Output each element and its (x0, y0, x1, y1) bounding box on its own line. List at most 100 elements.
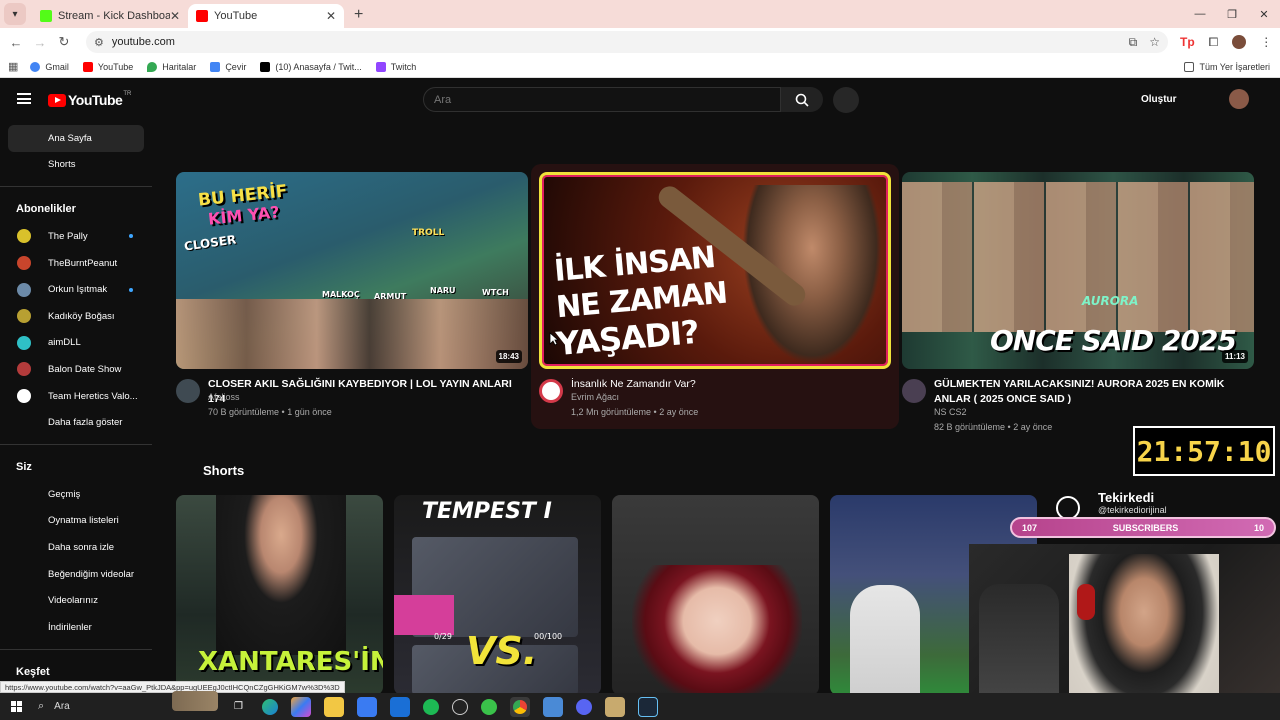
thumb-text: MALKOÇ (322, 290, 360, 299)
short-card[interactable] (612, 495, 819, 695)
sidebar-subscription[interactable]: TheBurntPeanut (0, 250, 154, 277)
video-thumbnail[interactable]: İLK İNSAN NE ZAMAN YAŞADI? (539, 172, 891, 369)
discord-icon[interactable] (575, 698, 592, 715)
search-button[interactable] (781, 87, 823, 112)
sidebar-item-home[interactable]: Ana Sayfa (8, 125, 144, 152)
tekir-name: Tekirkedi (1098, 490, 1155, 505)
search-input[interactable] (423, 87, 781, 112)
close-tab-icon[interactable]: ✕ (170, 9, 180, 23)
sidebar-subscription[interactable]: The Pally (0, 223, 154, 250)
site-info-icon[interactable]: ⚙ (94, 36, 104, 49)
channel-name[interactable]: Afelioss (208, 392, 240, 402)
short-card[interactable]: XANTARES'İN (176, 495, 383, 695)
sidebar-subscription[interactable]: Team Heretics Valo... (0, 383, 154, 410)
close-window-icon[interactable]: ✕ (1248, 0, 1280, 28)
minimize-icon[interactable]: — (1184, 0, 1216, 28)
sidebar-item-shorts[interactable]: Shorts (0, 152, 154, 179)
taskbar-search[interactable]: ⌕ Ara (32, 691, 222, 713)
sidebar-subscription[interactable]: Balon Date Show (0, 356, 154, 383)
sidebar-subscription[interactable]: aimDLL (0, 330, 154, 357)
x-icon (260, 61, 271, 72)
restore-icon[interactable]: ❐ (1216, 0, 1248, 28)
video-thumbnail[interactable]: BU HERİF KİM YA? CLOSER TROLL MALKOÇ ARM… (176, 172, 528, 369)
app-green-icon[interactable] (480, 698, 497, 715)
league-icon[interactable] (604, 696, 625, 717)
bookmark-twitch[interactable]: Twitch (375, 61, 416, 72)
subscriptions-list: The Pally TheBurntPeanut Orkun Işıtmak Kadı… (0, 223, 154, 409)
mouse-cursor-icon (549, 332, 559, 346)
bookmark-maps[interactable]: Haritalar (147, 61, 196, 72)
channel-avatar[interactable] (539, 379, 563, 403)
steam-icon[interactable] (637, 696, 658, 717)
subscriptions-heading[interactable]: Abonelikler (0, 195, 154, 223)
sidebar-item[interactable]: Geçmiş (0, 481, 154, 508)
channel-avatar[interactable] (176, 379, 200, 403)
tab-kick[interactable]: Stream - Kick Dashboard ✕ (32, 4, 188, 28)
short-card[interactable]: TEMPEST I 0/29 00/100 VS. (394, 495, 601, 695)
new-tab-icon[interactable]: + (354, 6, 363, 24)
sidebar-item-label: aimDLL (48, 337, 81, 349)
back-icon[interactable]: ← (4, 35, 28, 50)
video-title[interactable]: GÜLMEKTEN YARILACAKSINIZ! AURORA 2025 EN… (934, 377, 1250, 407)
video-card[interactable]: İLK İNSAN NE ZAMAN YAŞADI? İnsanlık Ne Z… (539, 172, 891, 435)
video-meta: İnsanlık Ne Zamandır Var? Evrim Ağacı 1,… (539, 377, 891, 435)
chrome-icon[interactable] (509, 696, 530, 717)
menu-icon[interactable] (17, 93, 31, 104)
sidebar-item-label: Geçmiş (48, 488, 81, 500)
map-pin-icon (147, 61, 158, 72)
sidebar-item-label: Oynatma listeleri (48, 515, 119, 527)
tab-search-button[interactable]: ▾ (4, 3, 26, 25)
start-button[interactable] (0, 701, 32, 712)
install-app-icon[interactable]: ⧉ (1129, 35, 1138, 50)
short-text: VS. (466, 629, 538, 673)
show-more-button[interactable]: Daha fazla göster (0, 409, 154, 436)
create-button[interactable]: Oluştur (1141, 94, 1177, 105)
account-avatar[interactable] (1229, 89, 1249, 109)
reload-icon[interactable]: ↻ (52, 34, 76, 50)
copilot-icon[interactable] (290, 696, 311, 717)
menu-dots-icon[interactable]: ⋮ (1260, 35, 1272, 49)
bookmark-translate[interactable]: Çevir (210, 61, 246, 72)
tab-youtube[interactable]: YouTube ✕ (188, 4, 344, 28)
bookmark-x[interactable]: (10) Anasayfa / Twit... (260, 61, 362, 72)
bookmark-star-icon[interactable]: ☆ (1149, 35, 1160, 50)
you-heading[interactable]: Siz (0, 453, 154, 481)
store-icon[interactable] (356, 696, 377, 717)
obs-icon[interactable] (451, 698, 468, 715)
video-title[interactable]: İnsanlık Ne Zamandır Var? (571, 377, 887, 392)
address-bar[interactable]: ⚙ youtube.com ⧉ ☆ (86, 31, 1168, 53)
spotify-icon[interactable] (422, 698, 439, 715)
bookmark-gmail[interactable]: Gmail (30, 61, 69, 72)
voice-search-button[interactable] (833, 87, 859, 113)
sidebar-item[interactable]: İndirilenler (0, 614, 154, 641)
sidebar-item[interactable]: Videolarınız (0, 587, 154, 614)
mail-icon[interactable] (389, 696, 410, 717)
channel-name[interactable]: Evrim Ağacı (571, 392, 619, 402)
profile-avatar[interactable] (1232, 35, 1247, 49)
edge-icon[interactable] (261, 698, 278, 715)
youtube-logo[interactable]: YouTube TR (48, 91, 131, 108)
all-bookmarks[interactable]: Tüm Yer İşaretleri (1184, 61, 1270, 72)
forward-icon[interactable]: → (28, 35, 52, 50)
sidebar-item[interactable]: Daha sonra izle (0, 534, 154, 561)
video-title[interactable]: CLOSER AKIL SAĞLIĞINI KAYBEDIYOR | LOL Y… (208, 377, 524, 407)
video-card[interactable]: BU HERİF KİM YA? CLOSER TROLL MALKOÇ ARM… (176, 172, 528, 435)
sidebar-item[interactable]: Beğendiğim videolar (0, 561, 154, 588)
channel-avatar (17, 282, 31, 297)
sidebar-subscription[interactable]: Orkun Işıtmak (0, 276, 154, 303)
file-explorer-icon[interactable] (323, 696, 344, 717)
sidebar-subscription[interactable]: Kadıköy Boğası (0, 303, 154, 330)
shorts-heading: Shorts (203, 463, 245, 478)
video-thumbnail[interactable]: AURORA ONCE SAID 2025 11:13 (902, 172, 1254, 369)
apps-grid-icon[interactable]: ▦ (8, 60, 18, 73)
video-card[interactable]: AURORA ONCE SAID 2025 11:13 GÜLMEKTEN YA… (902, 172, 1254, 435)
bookmark-youtube[interactable]: YouTube (82, 61, 133, 72)
sidebar-item[interactable]: Oynatma listeleri (0, 508, 154, 535)
app-blue-icon[interactable] (542, 696, 563, 717)
channel-name[interactable]: NS CS2 (934, 407, 967, 417)
close-tab-icon[interactable]: ✕ (326, 9, 336, 23)
extension-icon[interactable]: Tp (1180, 35, 1195, 49)
task-view-icon[interactable]: ❐ (229, 697, 249, 717)
channel-avatar[interactable] (902, 379, 926, 403)
extensions-puzzle-icon[interactable]: ⧠ (1209, 35, 1219, 50)
